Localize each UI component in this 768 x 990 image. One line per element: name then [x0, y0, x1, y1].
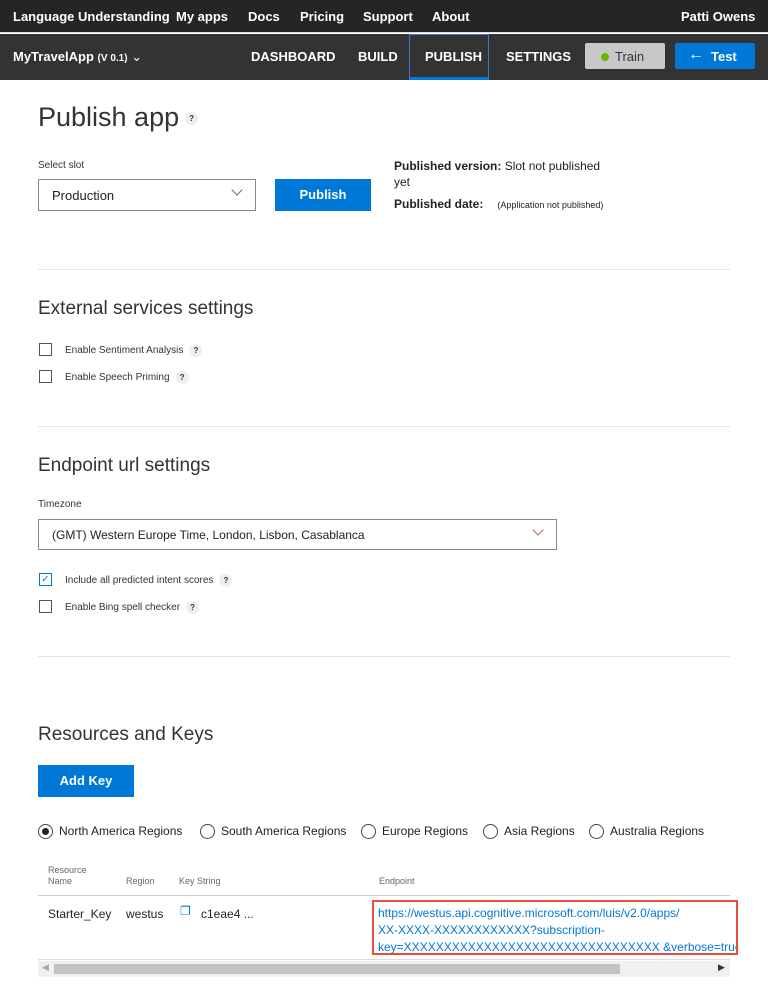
bing-spell-label: Enable Bing spell checker — [65, 602, 181, 614]
slot-label: Select slot — [38, 160, 85, 171]
help-icon[interactable]: ? — [189, 344, 203, 357]
top-nav-bar: Language Understanding My apps Docs Pric… — [0, 0, 768, 33]
col-key-string: Key String — [179, 876, 221, 886]
key-string: c1eae4 ... — [201, 907, 254, 921]
sentiment-checkbox[interactable] — [39, 343, 52, 356]
timezone-label: Timezone — [38, 499, 82, 510]
radio-label: Asia Regions — [504, 824, 575, 838]
endpoint-line: XX-XXXX-XXXXXXXXXXXX?subscription- — [378, 923, 605, 937]
scrollbar-thumb[interactable] — [54, 964, 620, 974]
radio-asia[interactable]: Asia Regions — [483, 824, 575, 840]
nav-about[interactable]: About — [432, 9, 470, 24]
bing-spell-checkbox[interactable] — [39, 600, 52, 613]
nav-pricing[interactable]: Pricing — [300, 9, 344, 24]
scroll-right-icon[interactable]: ▶ — [718, 962, 725, 973]
help-icon[interactable]: ? — [186, 601, 200, 614]
test-button[interactable]: ← Test — [675, 43, 755, 69]
app-version: (V 0.1) — [97, 53, 128, 64]
sentiment-label: Enable Sentiment Analysis — [65, 345, 184, 357]
col-region: Region — [126, 876, 155, 886]
col-resource-name: Resource Name — [48, 865, 87, 886]
timezone-select[interactable]: (GMT) Western Europe Time, London, Lisbo… — [38, 519, 557, 550]
endpoint-line: key=XXXXXXXXXXXXXXXXXXXXXXXXXXXXXXXX &ve… — [378, 940, 736, 954]
nav-my-apps[interactable]: My apps — [176, 9, 228, 24]
radio-label: Europe Regions — [382, 824, 469, 838]
user-name[interactable]: Patti Owens — [681, 9, 755, 24]
tab-dashboard[interactable]: DASHBOARD — [251, 49, 336, 64]
intent-scores-checkbox[interactable]: ✓ — [39, 573, 52, 586]
tab-build[interactable]: BUILD — [358, 49, 398, 64]
radio-label: South America Regions — [221, 824, 347, 838]
app-nav-bar: MyTravelApp (V 0.1) ⌄ DASHBOARD BUILD PU… — [0, 34, 768, 80]
radio-north-america[interactable]: North America Regions — [38, 824, 183, 840]
slot-select[interactable]: Production — [38, 179, 256, 211]
status-dot-icon — [601, 53, 609, 61]
page-title-text: Publish app — [38, 102, 180, 132]
page-title: Publish app? — [38, 102, 199, 133]
resource-region: westus — [126, 907, 164, 921]
radio-australia[interactable]: Australia Regions — [589, 824, 705, 840]
radio-label: North America Regions — [59, 824, 183, 838]
sentiment-option: Enable Sentiment Analysis? — [65, 344, 203, 357]
chevron-down-icon — [231, 184, 243, 196]
table-header-divider — [38, 895, 730, 896]
endpoint-line: https://westus.api.cognitive.microsoft.c… — [378, 906, 680, 920]
radio-south-america[interactable]: South America Regions — [200, 824, 347, 840]
radio-europe[interactable]: Europe Regions — [361, 824, 469, 840]
resources-heading: Resources and Keys — [38, 724, 214, 745]
divider — [38, 656, 730, 657]
radio-icon — [200, 824, 215, 840]
endpoint-settings-heading: Endpoint url settings — [38, 455, 211, 476]
add-key-button[interactable]: Add Key — [38, 765, 134, 797]
bing-spell-option: Enable Bing spell checker? — [65, 601, 200, 614]
chevron-down-icon — [532, 524, 544, 536]
nav-support[interactable]: Support — [363, 9, 413, 24]
intent-scores-label: Include all predicted intent scores — [65, 575, 214, 587]
app-name: MyTravelApp — [13, 49, 94, 64]
radio-icon — [361, 824, 376, 840]
published-date-value: (Application not published) — [497, 200, 604, 210]
chevron-down-icon: ⌄ — [131, 49, 143, 64]
speech-priming-label: Enable Speech Priming — [65, 372, 170, 384]
divider — [38, 269, 730, 270]
divider — [38, 426, 730, 427]
tab-settings[interactable]: SETTINGS — [506, 49, 571, 64]
external-services-heading: External services settings — [38, 298, 254, 319]
help-icon[interactable]: ? — [175, 371, 189, 384]
col-endpoint: Endpoint — [379, 876, 415, 886]
published-date-label: Published date: — [394, 197, 484, 211]
speech-priming-option: Enable Speech Priming? — [65, 371, 189, 384]
test-label: Test — [711, 49, 737, 64]
horizontal-scrollbar[interactable]: ◀ ▶ — [38, 961, 730, 977]
radio-selected-icon — [38, 824, 53, 840]
app-selector[interactable]: MyTravelApp (V 0.1) ⌄ — [13, 49, 142, 65]
speech-priming-checkbox[interactable] — [39, 370, 52, 383]
scroll-left-icon[interactable]: ◀ — [42, 962, 49, 973]
brand-link[interactable]: Language Understanding — [13, 9, 170, 24]
timezone-value: (GMT) Western Europe Time, London, Lisbo… — [52, 528, 365, 542]
arrow-left-icon: ← — [688, 46, 704, 63]
nav-docs[interactable]: Docs — [248, 9, 280, 24]
divider — [38, 959, 730, 960]
radio-icon — [483, 824, 498, 840]
help-icon[interactable]: ? — [219, 574, 233, 587]
radio-icon — [589, 824, 604, 840]
copy-icon[interactable]: ❐ — [180, 904, 191, 918]
publish-button[interactable]: Publish — [275, 179, 371, 211]
train-button[interactable]: Train — [585, 43, 665, 69]
help-icon[interactable]: ? — [185, 112, 199, 126]
endpoint-url-link[interactable]: https://westus.api.cognitive.microsoft.c… — [372, 900, 738, 955]
intent-scores-option: Include all predicted intent scores? — [65, 574, 233, 587]
train-label: Train — [615, 49, 645, 64]
radio-label: Australia Regions — [610, 824, 705, 838]
slot-value: Production — [52, 188, 115, 203]
tab-publish[interactable]: PUBLISH — [425, 49, 482, 64]
published-version-label: Published version: — [394, 159, 502, 173]
resource-name: Starter_Key — [48, 907, 112, 921]
